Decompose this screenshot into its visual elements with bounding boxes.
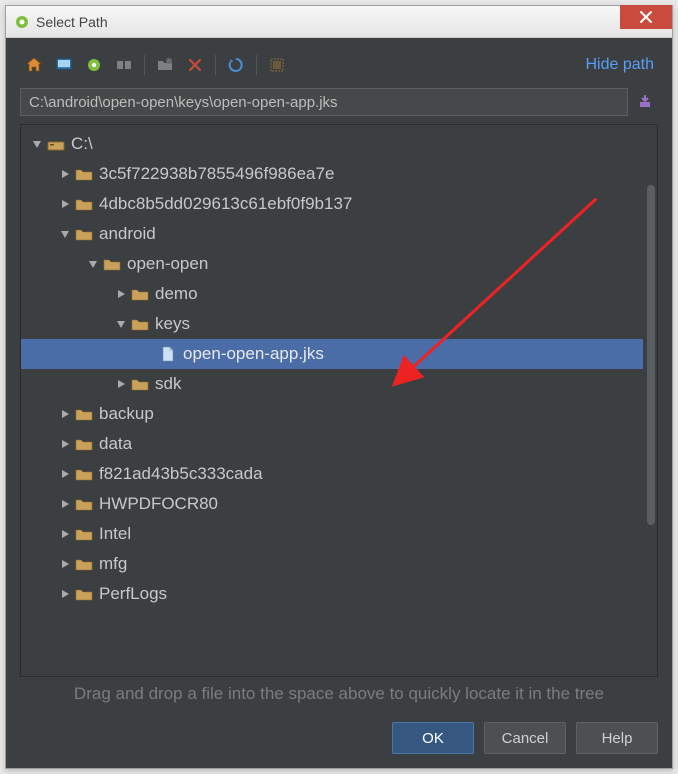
tree-row[interactable]: sdk [21, 369, 643, 399]
tree-label: android [99, 224, 156, 244]
file-icon [159, 346, 177, 362]
folder-icon [75, 586, 93, 602]
folder-icon [75, 496, 93, 512]
tree-row[interactable]: mfg [21, 549, 643, 579]
refresh-icon[interactable] [222, 51, 250, 79]
tree-row[interactable]: f821ad43b5c333cada [21, 459, 643, 489]
tree-label: demo [155, 284, 198, 304]
tree-row[interactable]: HWPDFOCR80 [21, 489, 643, 519]
folder-icon [75, 466, 93, 482]
expander-icon[interactable] [57, 556, 73, 572]
tree-label: open-open-app.jks [183, 344, 324, 364]
folder-icon [131, 286, 149, 302]
folder-icon [131, 376, 149, 392]
tree-row[interactable]: android [21, 219, 643, 249]
tree-label: keys [155, 314, 190, 334]
expander-icon[interactable] [113, 316, 129, 332]
tree-label: 3c5f722938b7855496f986ea7e [99, 164, 334, 184]
tree-row[interactable]: demo [21, 279, 643, 309]
toolbar: Hide path [20, 48, 658, 82]
folder-icon [75, 196, 93, 212]
tree-label: Intel [99, 524, 131, 544]
tree-row[interactable]: keys [21, 309, 643, 339]
folder-icon [75, 526, 93, 542]
drive-icon [47, 136, 65, 152]
window-title: Select Path [36, 14, 108, 30]
path-history-icon[interactable] [632, 89, 658, 115]
folder-icon [103, 256, 121, 272]
new-folder-icon[interactable] [151, 51, 179, 79]
cancel-button[interactable]: Cancel [484, 722, 566, 754]
show-hidden-icon[interactable] [263, 51, 291, 79]
path-row [20, 88, 658, 116]
tree-label: HWPDFOCR80 [99, 494, 218, 514]
desktop-icon[interactable] [50, 51, 78, 79]
button-bar: OK Cancel Help [20, 722, 658, 754]
expander-icon[interactable] [29, 136, 45, 152]
expander-icon[interactable] [57, 496, 73, 512]
close-button[interactable] [620, 5, 672, 29]
expander-icon[interactable] [57, 406, 73, 422]
tree-row[interactable]: 4dbc8b5dd029613c61ebf0f9b137 [21, 189, 643, 219]
expander-icon[interactable] [57, 586, 73, 602]
help-button[interactable]: Help [576, 722, 658, 754]
expander-icon[interactable] [113, 286, 129, 302]
tree-label: backup [99, 404, 154, 424]
hide-path-link[interactable]: Hide path [586, 56, 659, 74]
path-input[interactable] [20, 88, 628, 116]
toolbar-separator [144, 55, 145, 75]
tree-label: PerfLogs [99, 584, 167, 604]
folder-icon [75, 406, 93, 422]
expander-icon[interactable] [85, 256, 101, 272]
titlebar: Select Path [6, 6, 672, 38]
tree-label: f821ad43b5c333cada [99, 464, 263, 484]
tree-row[interactable]: open-open [21, 249, 643, 279]
tree[interactable]: C:\ 3c5f722938b7855496f986ea7e 4dbc8b5dd02… [21, 125, 643, 676]
dialog-window: Select Path [5, 5, 673, 769]
tree-container: C:\ 3c5f722938b7855496f986ea7e 4dbc8b5dd02… [20, 124, 658, 677]
tree-label: data [99, 434, 132, 454]
home-icon[interactable] [20, 51, 48, 79]
expander-icon[interactable] [57, 526, 73, 542]
tree-label: mfg [99, 554, 127, 574]
app-icon [14, 14, 30, 30]
tree-label: sdk [155, 374, 181, 394]
tree-row-root[interactable]: C:\ [21, 129, 643, 159]
expander-icon[interactable] [57, 466, 73, 482]
delete-icon[interactable] [181, 51, 209, 79]
tree-row[interactable]: data [21, 429, 643, 459]
expander-icon[interactable] [57, 436, 73, 452]
toolbar-separator [256, 55, 257, 75]
expander-icon[interactable] [57, 196, 73, 212]
tree-label: open-open [127, 254, 208, 274]
folder-icon [131, 316, 149, 332]
expander-icon[interactable] [57, 226, 73, 242]
tree-row[interactable]: 3c5f722938b7855496f986ea7e [21, 159, 643, 189]
tree-row[interactable]: backup [21, 399, 643, 429]
expander-icon[interactable] [113, 376, 129, 392]
toolbar-separator [215, 55, 216, 75]
folder-icon [75, 226, 93, 242]
drop-hint: Drag and drop a file into the space abov… [20, 677, 658, 708]
module-icon[interactable] [110, 51, 138, 79]
tree-label: 4dbc8b5dd029613c61ebf0f9b137 [99, 194, 352, 214]
ok-button[interactable]: OK [392, 722, 474, 754]
tree-row[interactable]: open-open-app.jks [21, 339, 643, 369]
tree-row[interactable]: PerfLogs [21, 579, 643, 609]
folder-icon [75, 556, 93, 572]
folder-icon [75, 436, 93, 452]
expander-icon[interactable] [57, 166, 73, 182]
dialog-content: Hide path C:\ 3c5f722938b7855496f986ea7e 4… [6, 38, 672, 768]
project-icon[interactable] [80, 51, 108, 79]
tree-row[interactable]: Intel [21, 519, 643, 549]
folder-icon [75, 166, 93, 182]
scrollbar-thumb[interactable] [647, 185, 655, 525]
tree-label: C:\ [71, 134, 93, 154]
